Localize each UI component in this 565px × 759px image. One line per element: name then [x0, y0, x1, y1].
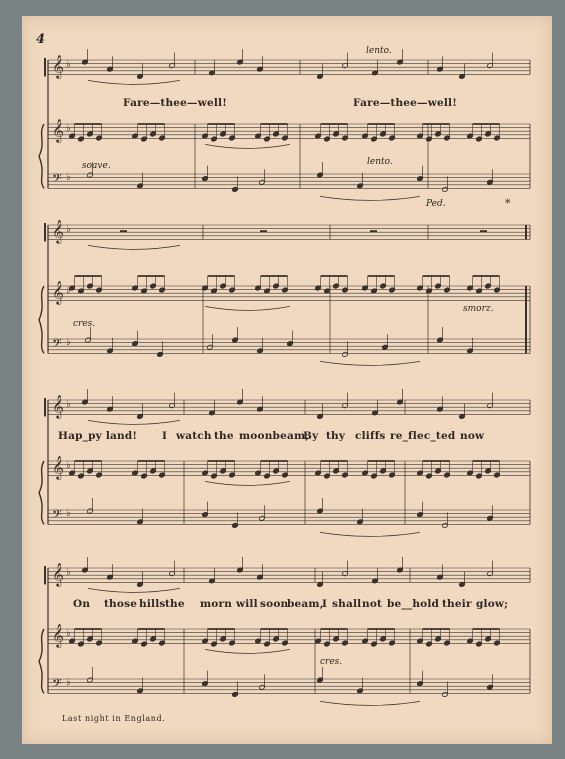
- treble-clef-icon: 𝄞: [52, 623, 64, 648]
- key-signature-flat-icon: ♭: [66, 628, 71, 639]
- lyric-word: On: [73, 598, 91, 610]
- treble-clef-icon: 𝄞: [52, 280, 64, 305]
- treble-clef-icon: 𝄞: [52, 562, 64, 587]
- lyric-word: shall: [332, 598, 362, 610]
- lyric-word: will: [236, 598, 258, 610]
- lyric-word: By: [303, 430, 319, 442]
- slur: [87, 80, 181, 85]
- lyric-word: thy: [326, 430, 346, 442]
- whole-rest: [260, 230, 267, 233]
- key-signature-flat-icon: ♭: [66, 59, 71, 70]
- lyric-word: the: [165, 598, 185, 610]
- key-signature-flat-icon: ♭: [66, 224, 71, 235]
- pedal-mark: Ped.: [426, 199, 446, 209]
- expression-smorz: smorz.: [463, 304, 494, 314]
- slur: [204, 481, 291, 486]
- treble-clef-icon: 𝄞: [52, 118, 64, 143]
- lyric-word: soon: [260, 598, 289, 610]
- lyric-word: cliffs: [355, 430, 386, 442]
- treble-clef-icon: 𝄞: [52, 54, 64, 79]
- key-signature-flat-icon: ♭: [66, 123, 71, 134]
- lyric-word: moonbeam,: [239, 430, 310, 442]
- slur: [319, 701, 421, 706]
- slur: [319, 361, 421, 366]
- key-signature-flat-icon: ♭: [66, 337, 71, 348]
- expression-soave: soave.: [82, 161, 111, 171]
- lyric-fare-thee-well-1: Fare—thee—well!: [123, 97, 228, 109]
- lyric-word: now: [460, 430, 485, 442]
- key-signature-flat-icon: ♭: [66, 677, 71, 688]
- lyric-word: beam,: [287, 598, 324, 610]
- bass-clef-icon: 𝄢: [52, 676, 62, 694]
- expression-cres: cres.: [73, 319, 96, 329]
- page-number: 4: [36, 32, 46, 47]
- slur: [319, 532, 421, 537]
- lyric-word: I: [322, 598, 328, 610]
- lyric-happy-land: Hap_py land!: [58, 430, 138, 442]
- lyric-word: hills: [139, 598, 166, 610]
- slur: [204, 144, 291, 149]
- tempo-mark-lento: lento.: [366, 46, 392, 56]
- key-signature-flat-icon: ♭: [66, 399, 71, 410]
- system-2-brace: [38, 285, 45, 354]
- lyric-fare-thee-well-2: Fare—thee—well!: [353, 97, 458, 109]
- key-signature-flat-icon: ♭: [66, 460, 71, 471]
- score-notation: 𝄞𝄞𝄢♭♭♭𝄞𝄞𝄢♭♭♭𝄞𝄞𝄢♭♭♭𝄞𝄞𝄢♭♭♭: [38, 49, 531, 706]
- treble-clef-icon: 𝄞: [52, 455, 64, 480]
- key-signature-flat-icon: ♭: [66, 567, 71, 578]
- system-4-brace: [38, 628, 45, 694]
- slur: [87, 245, 181, 250]
- lyric-word: morn: [200, 598, 233, 610]
- bass-clef-icon: 𝄢: [52, 336, 62, 354]
- page-footer-title: Last night in England.: [62, 714, 166, 723]
- lyric-word: re_flec_ted: [390, 430, 456, 442]
- lyric-word: watch: [176, 430, 212, 442]
- lyric-word: glow;: [476, 598, 509, 610]
- slur: [204, 649, 291, 654]
- whole-rest: [480, 230, 487, 233]
- system-1-brace: [38, 123, 45, 189]
- whole-rest: [370, 230, 377, 233]
- lyric-word: I: [162, 430, 168, 442]
- slur: [204, 306, 291, 311]
- bass-clef-icon: 𝄢: [52, 171, 62, 189]
- treble-clef-icon: 𝄞: [52, 394, 64, 419]
- slur: [319, 196, 421, 201]
- tempo-mark-lento-piano: lento.: [367, 157, 393, 167]
- slur: [87, 420, 181, 425]
- system-3-brace: [38, 460, 45, 525]
- key-signature-flat-icon: ♭: [66, 508, 71, 519]
- lyric-word: their: [442, 598, 472, 610]
- whole-rest: [120, 230, 127, 233]
- lyric-word: be__hold: [387, 598, 440, 610]
- lyric-word: those: [104, 598, 138, 610]
- bass-clef-icon: 𝄢: [52, 507, 62, 525]
- lyric-word: not: [362, 598, 383, 610]
- treble-clef-icon: 𝄞: [52, 219, 64, 244]
- lyric-word: the: [214, 430, 234, 442]
- key-signature-flat-icon: ♭: [66, 172, 71, 183]
- slur: [87, 588, 181, 593]
- pedal-release-mark: *: [505, 197, 511, 210]
- expression-cres: cres.: [320, 657, 343, 667]
